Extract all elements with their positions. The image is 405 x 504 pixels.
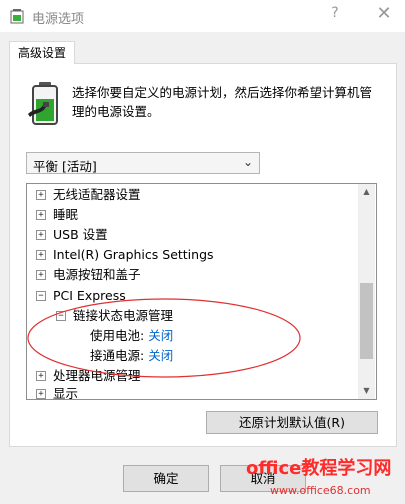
description-text: 选择你要自定义的电源计划，然后选择你希望计算机管理的电源设置。 bbox=[72, 85, 373, 119]
title-bar: 电源选项 ? ✕ bbox=[0, 0, 405, 32]
tree-item-label: 使用电池: bbox=[90, 328, 145, 343]
tab-advanced-settings[interactable]: 高级设置 bbox=[9, 41, 75, 64]
expand-icon[interactable]: + bbox=[36, 388, 46, 399]
power-plan-value: 平衡 [活动] bbox=[33, 159, 97, 174]
tree-item-label: USB 设置 bbox=[53, 227, 108, 242]
on-battery-value-link[interactable]: 关闭 bbox=[148, 328, 173, 343]
tree-item-label: 处理器电源管理 bbox=[53, 368, 141, 383]
tree-item-label: Intel(R) Graphics Settings bbox=[53, 247, 214, 262]
expand-icon[interactable]: + bbox=[36, 229, 46, 240]
tree-item-wireless-adapter[interactable]: + 无线适配器设置 bbox=[36, 185, 141, 205]
chevron-down-icon: ⌄ bbox=[242, 155, 253, 169]
expand-icon[interactable]: + bbox=[36, 269, 46, 280]
collapse-icon[interactable]: − bbox=[56, 310, 66, 321]
tree-item-label: 睡眠 bbox=[53, 207, 79, 222]
tree-item-plugged-in[interactable]: 接通电源: 关闭 bbox=[90, 346, 173, 366]
close-button[interactable]: ✕ bbox=[372, 3, 396, 24]
tree-item-label: 电源按钮和盖子 bbox=[53, 267, 141, 282]
expand-icon[interactable]: + bbox=[36, 189, 46, 200]
scroll-down-icon[interactable]: ▼ bbox=[358, 386, 375, 395]
battery-icon bbox=[28, 82, 58, 125]
tree-item-label: 显示 bbox=[53, 386, 79, 400]
tree-item-power-buttons-lid[interactable]: + 电源按钮和盖子 bbox=[36, 265, 141, 285]
restore-defaults-button[interactable]: 还原计划默认值(R) bbox=[206, 411, 378, 434]
ok-button[interactable]: 确定 bbox=[123, 465, 209, 492]
cancel-button[interactable]: 取消 bbox=[220, 465, 306, 492]
tree-item-label: PCI Express bbox=[53, 288, 126, 303]
tree-item-pci-express[interactable]: − PCI Express bbox=[36, 286, 126, 306]
power-options-icon bbox=[10, 9, 24, 24]
tree-item-link-state-pm[interactable]: − 链接状态电源管理 bbox=[56, 306, 173, 326]
tree-item-processor-pm[interactable]: + 处理器电源管理 bbox=[36, 366, 141, 386]
tree-item-label: 接通电源: bbox=[90, 348, 145, 363]
power-plan-dropdown[interactable]: 平衡 [活动] ⌄ bbox=[26, 152, 260, 174]
scrollbar-thumb[interactable] bbox=[360, 283, 373, 359]
collapse-icon[interactable]: − bbox=[36, 290, 46, 301]
tree-item-label: 链接状态电源管理 bbox=[73, 308, 174, 323]
tree-item-sleep[interactable]: + 睡眠 bbox=[36, 205, 78, 225]
tree-item-on-battery[interactable]: 使用电池: 关闭 bbox=[90, 326, 173, 346]
tree-item-display[interactable]: + 显示 bbox=[36, 384, 79, 400]
settings-tree[interactable]: + 无线适配器设置 + 睡眠 + USB 设置 + Intel(R) Graphics … bbox=[26, 183, 377, 400]
expand-icon[interactable]: + bbox=[36, 209, 46, 220]
tree-scrollbar[interactable]: ▲ ▼ bbox=[358, 184, 375, 399]
expand-icon[interactable]: + bbox=[36, 370, 46, 381]
plugged-in-value-link[interactable]: 关闭 bbox=[148, 348, 173, 363]
tree-item-usb[interactable]: + USB 设置 bbox=[36, 225, 108, 245]
tree-item-intel-graphics[interactable]: + Intel(R) Graphics Settings bbox=[36, 245, 214, 265]
scroll-up-icon[interactable]: ▲ bbox=[358, 187, 375, 196]
tree-item-label: 无线适配器设置 bbox=[53, 187, 141, 202]
window-title: 电源选项 bbox=[32, 12, 85, 27]
help-button[interactable]: ? bbox=[325, 5, 345, 21]
expand-icon[interactable]: + bbox=[36, 249, 46, 260]
